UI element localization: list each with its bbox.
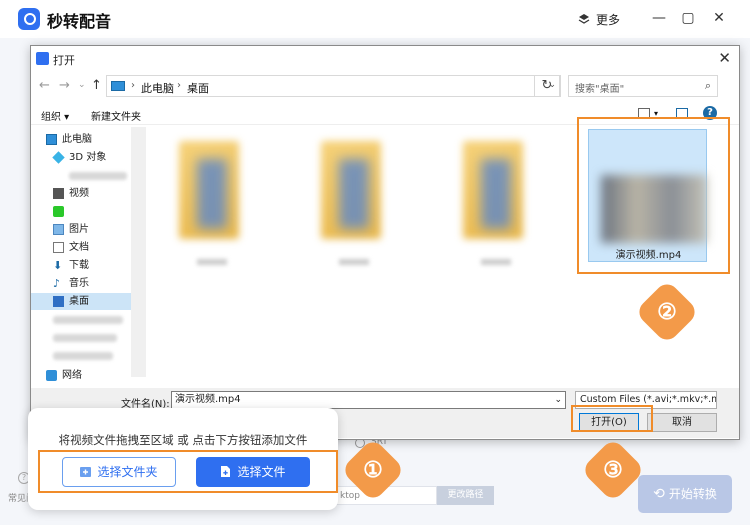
tree-item-label: 桌面 <box>69 296 89 307</box>
highlight-box-open <box>571 405 653 432</box>
dialog-title-bar: 打开 ✕ <box>31 46 739 72</box>
music-icon: ♪ <box>53 277 61 290</box>
step-3-badge: ③ <box>580 437 646 503</box>
highlight-box-buttons <box>38 450 338 493</box>
folder-caption <box>197 259 227 265</box>
start-convert-label: 开始转换 <box>668 487 717 501</box>
image-icon <box>53 224 64 235</box>
blurred-tree-item <box>53 334 117 342</box>
network-icon <box>46 370 57 381</box>
download-icon: ⬇ <box>53 259 63 272</box>
tree-item-label: 此电脑 <box>62 134 92 145</box>
tree-item-documents[interactable]: 文档 <box>31 239 146 256</box>
search-icon: ⌕ <box>704 79 711 92</box>
refresh-icon[interactable]: ↻ <box>534 75 560 97</box>
search-placeholder: 搜索"桌面" <box>575 84 625 95</box>
up-arrow-icon[interactable]: ↑ <box>91 78 102 93</box>
tree-item-videos[interactable]: 视频 <box>31 185 146 202</box>
tree-item-label: 音乐 <box>69 278 89 289</box>
app-window: 秒转配音 更多 — ▢ ✕ SRT ? 常见问 ktop 更改路径 ⟲ 开始转换 … <box>0 0 750 525</box>
dialog-app-icon <box>36 52 49 65</box>
tree-item-label: 文档 <box>69 242 89 253</box>
cube-icon <box>52 151 65 164</box>
step-1-badge: ① <box>340 437 406 503</box>
recent-dropdown-icon[interactable]: ⌄ <box>78 80 86 90</box>
step-2-badge: ② <box>634 279 700 345</box>
folder-caption <box>339 259 369 265</box>
close-icon[interactable]: ✕ <box>711 10 727 26</box>
blurred-tree-item <box>53 352 113 360</box>
computer-icon <box>46 134 57 145</box>
filename-input[interactable]: 演示视频.mp4 ⌄ <box>171 391 566 409</box>
forward-arrow-icon[interactable]: → <box>59 78 70 93</box>
computer-icon <box>111 81 125 91</box>
breadcrumb-item-pc[interactable]: 此电脑 <box>141 80 174 96</box>
document-icon <box>53 242 64 253</box>
filename-dropdown-icon[interactable]: ⌄ <box>554 392 562 408</box>
folder-caption <box>481 259 511 265</box>
convert-icon: ⟲ <box>653 486 665 502</box>
tree-item-wechat[interactable] <box>31 203 146 220</box>
folder-preview <box>481 159 511 229</box>
step-2-number: ② <box>657 299 677 325</box>
more-menu-button[interactable]: 更多 <box>596 11 620 28</box>
tree-item-this-pc[interactable]: 此电脑 <box>31 131 146 148</box>
filename-value: 演示视频.mp4 <box>175 394 241 405</box>
app-logo-icon <box>18 8 40 30</box>
navigation-tree: 此电脑 3D 对象 视频 图片 文档 ⬇ 下载 ♪ 音乐 桌面 网络 <box>31 127 146 381</box>
folder-item[interactable] <box>179 141 239 265</box>
highlight-box-video <box>577 117 730 274</box>
tree-item-label: 下载 <box>69 260 89 271</box>
tree-item-pictures[interactable]: 图片 <box>31 221 146 238</box>
back-arrow-icon[interactable]: ← <box>39 78 50 93</box>
maximize-icon[interactable]: ▢ <box>680 10 696 26</box>
drop-hint: 将视频文件拖拽至区域 或 点击下方按钮添加文件 <box>58 433 308 447</box>
folder-preview <box>339 159 369 229</box>
breadcrumb-item-desktop[interactable]: 桌面 <box>187 80 209 96</box>
tree-item-label: 3D 对象 <box>69 152 107 163</box>
layers-icon[interactable] <box>578 13 590 25</box>
tree-item-label: 网络 <box>62 370 82 381</box>
dialog-title: 打开 <box>53 54 75 67</box>
tree-item-3d-objects[interactable]: 3D 对象 <box>31 149 146 166</box>
start-convert-button[interactable]: ⟲ 开始转换 <box>638 475 732 513</box>
tree-scrollbar[interactable] <box>131 127 146 377</box>
chat-icon <box>53 206 64 217</box>
breadcrumb-separator: › <box>131 80 135 91</box>
tree-item-desktop[interactable]: 桌面 <box>31 293 146 310</box>
tree-item-downloads[interactable]: ⬇ 下载 <box>31 257 146 274</box>
folder-item[interactable] <box>463 141 523 265</box>
search-box[interactable]: 搜索"桌面" ⌕ <box>568 75 718 97</box>
new-folder-button[interactable]: 新建文件夹 <box>91 108 141 123</box>
desktop-icon <box>53 296 64 307</box>
cancel-button[interactable]: 取消 <box>647 413 717 432</box>
blurred-tree-item <box>53 316 123 324</box>
folder-item[interactable] <box>321 141 381 265</box>
folder-preview <box>197 159 227 229</box>
address-bar[interactable]: › 此电脑 › 桌面 ⌄ <box>106 75 561 97</box>
breadcrumb-separator: › <box>177 80 181 91</box>
change-path-button[interactable]: 更改路径 <box>437 486 494 505</box>
tree-item-label: 图片 <box>69 224 89 235</box>
step-3-number: ③ <box>603 457 623 483</box>
app-title: 秒转配音 <box>47 12 112 31</box>
film-icon <box>53 188 64 199</box>
organize-menu-button[interactable]: 组织 ▾ <box>41 108 69 123</box>
minimize-icon[interactable]: — <box>651 10 667 26</box>
step-1-number: ① <box>363 457 383 483</box>
navigation-bar: ← → ⌄ ↑ › 此电脑 › 桌面 ⌄ ↻ 搜索"桌面" ⌕ <box>31 74 739 100</box>
tree-item-network[interactable]: 网络 <box>31 367 146 384</box>
tree-item-music[interactable]: ♪ 音乐 <box>31 275 146 292</box>
tree-item-label: 视频 <box>69 188 89 199</box>
blurred-tree-item <box>69 172 127 180</box>
dialog-close-icon[interactable]: ✕ <box>718 49 731 67</box>
title-bar: 秒转配音 更多 — ▢ ✕ <box>0 0 750 38</box>
